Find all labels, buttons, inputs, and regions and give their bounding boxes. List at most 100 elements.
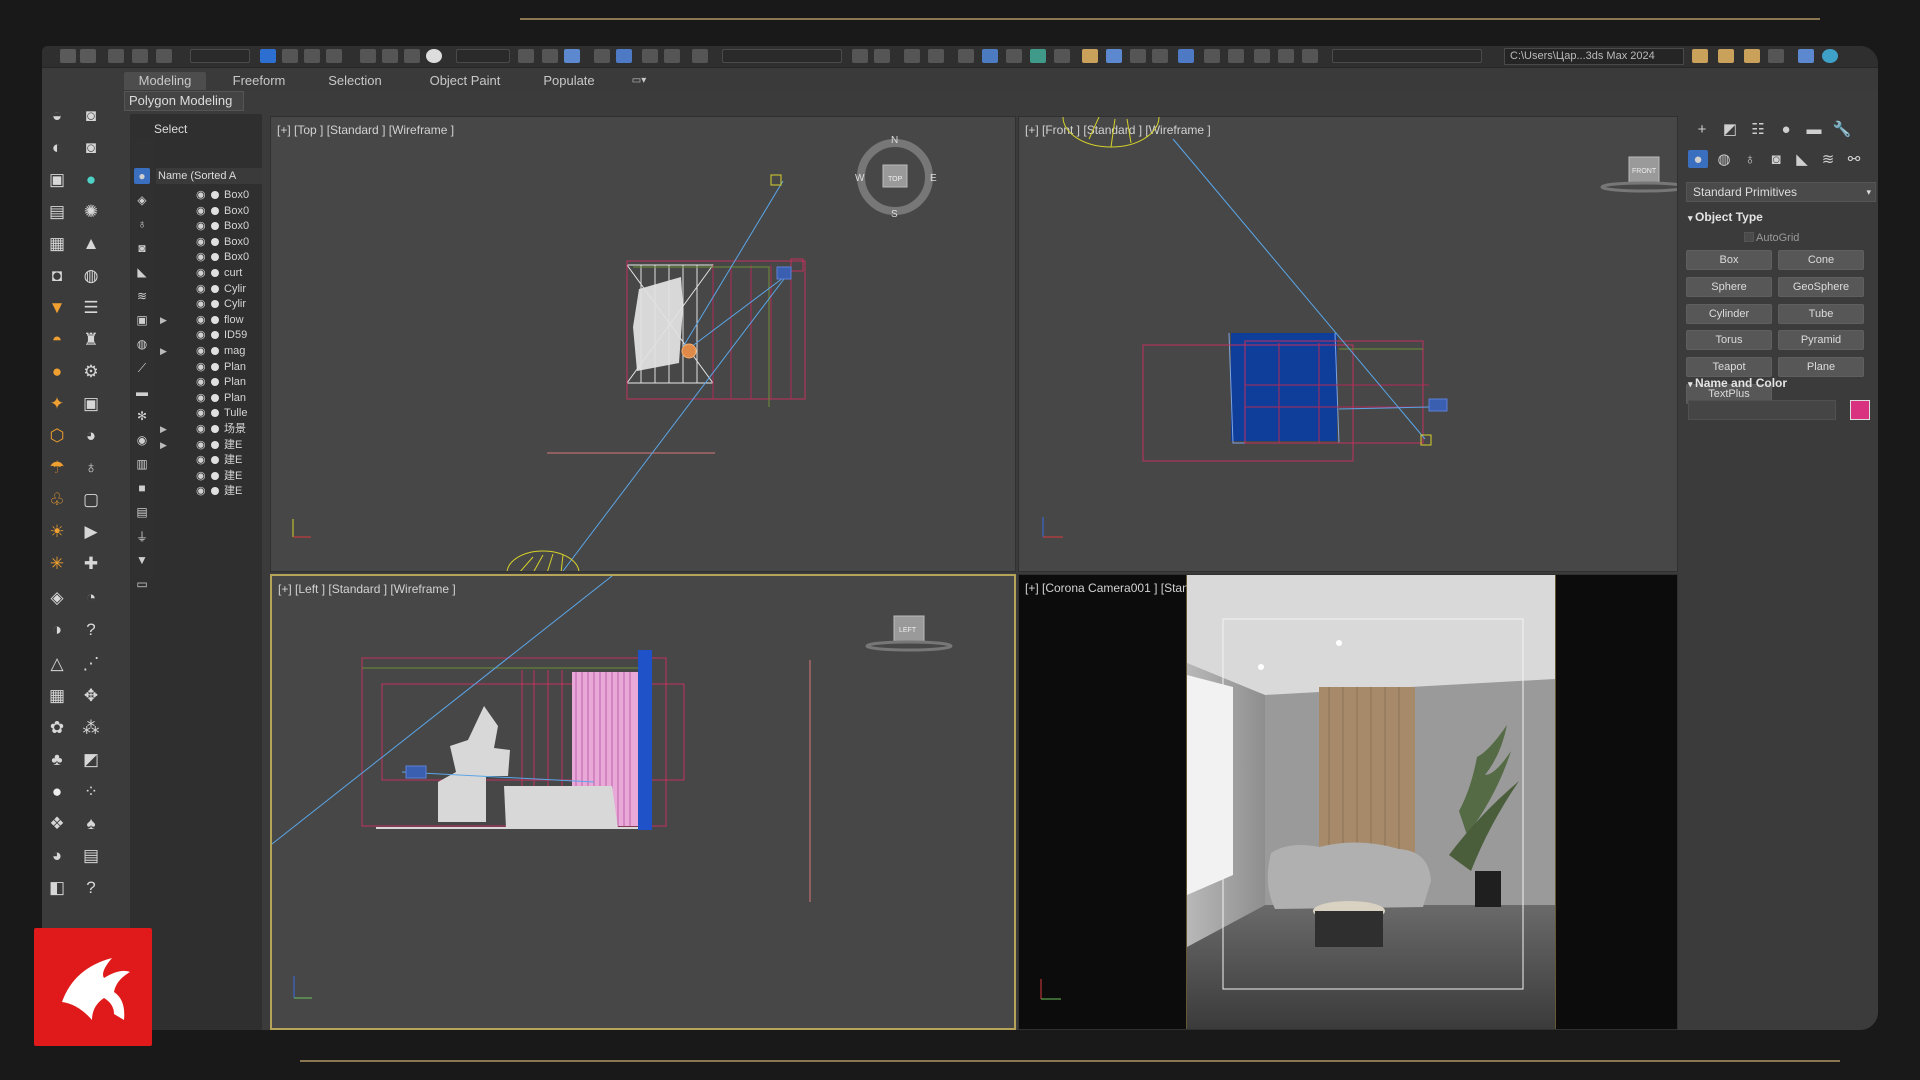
toggle-ribbon-icon[interactable] (958, 49, 974, 63)
move-icon[interactable] (360, 49, 376, 63)
workspace-field[interactable] (1332, 49, 1482, 63)
forest-icon[interactable]: ♠ (78, 812, 104, 836)
scale-icon[interactable] (404, 49, 420, 63)
sky-icon[interactable]: ✳ (44, 552, 70, 576)
selection-filter-dropdown[interactable] (190, 49, 250, 63)
viewport-left[interactable]: [+] [Left ] [Standard ] [Wireframe ] LEF… (270, 574, 1016, 1030)
ribbon-tab-object-paint[interactable]: Object Paint (420, 72, 510, 90)
helper-filter-icon[interactable]: ◣ (134, 264, 150, 280)
help-icon[interactable]: ? (78, 618, 104, 642)
plant-icon[interactable]: ✿ (44, 716, 70, 740)
hat-icon[interactable]: ◔ (78, 586, 104, 610)
open-autodesk-icon[interactable] (1178, 49, 1194, 63)
viewport-camera[interactable]: [+] [Corona Camera001 ] [Standard ] [Def… (1018, 574, 1678, 1030)
ribbon-panel-polygon-modeling[interactable]: Polygon Modeling (124, 91, 244, 111)
hierarchy-tab-icon[interactable]: ☷ (1748, 120, 1768, 138)
tool-icon[interactable] (1768, 49, 1784, 63)
hidden-filter-icon[interactable]: ■ (134, 480, 150, 496)
primitive-button-cone[interactable]: Cone (1778, 250, 1864, 270)
object-name-field[interactable] (1688, 400, 1836, 420)
dots-grid-icon[interactable]: ⁘ (78, 780, 104, 804)
shapes-category-icon[interactable]: ◍ (1714, 150, 1734, 168)
angle-snap-icon[interactable] (616, 49, 632, 63)
shapes-icon[interactable]: ❖ (44, 812, 70, 836)
plugin-toolbar-icon[interactable] (1254, 49, 1270, 63)
rect-selection-icon[interactable] (304, 49, 320, 63)
freeze-toggle-icon[interactable] (211, 331, 219, 340)
spotlight-icon[interactable]: ▼ (44, 296, 70, 320)
question-icon[interactable]: ? (78, 876, 104, 900)
freeze-toggle-icon[interactable] (211, 284, 219, 293)
material-icon[interactable]: ◐ (44, 136, 70, 160)
primitive-button-plane[interactable]: Plane (1778, 357, 1864, 378)
freeze-toggle-icon[interactable] (211, 222, 219, 231)
help-sync-icon[interactable] (1822, 49, 1838, 63)
percent-snap-icon[interactable] (642, 49, 658, 63)
bulb-icon[interactable]: ♁ (78, 456, 104, 480)
geometry-filter-icon[interactable]: ◈ (134, 192, 150, 208)
primitive-button-cylinder[interactable]: Cylinder (1686, 303, 1772, 324)
grid-icon[interactable]: ▦ (44, 684, 70, 708)
window-crossing-icon[interactable] (326, 49, 342, 63)
scene-explorer-select-menu[interactable]: Select (154, 122, 187, 136)
viewport-top[interactable]: [+] [Top ] [Standard ] [Wireframe ] TOP … (270, 116, 1016, 572)
video-camera-icon[interactable]: ◘ (44, 264, 70, 288)
palette-icon-2[interactable]: ◕ (44, 844, 70, 868)
sphere-light-icon[interactable]: ● (44, 360, 70, 384)
schematic-view-icon[interactable] (1006, 49, 1022, 63)
save-folder-icon[interactable] (1744, 49, 1760, 63)
freeze-toggle-icon[interactable] (211, 253, 219, 262)
freeze-toggle-icon[interactable] (211, 206, 219, 215)
primitive-button-tube[interactable]: Tube (1778, 303, 1864, 324)
utilities-tab-icon[interactable]: 🔧 (1832, 120, 1852, 138)
name-color-rollout[interactable]: ▾ Name and Color (1688, 376, 1787, 390)
scene-explorer-column-header[interactable]: Name (Sorted A (156, 168, 262, 184)
frame-icon[interactable]: ▢ (78, 488, 104, 512)
light-filter-icon[interactable]: ♁ (134, 216, 150, 232)
rendered-frame-window-icon[interactable] (1082, 49, 1098, 63)
spring-icon[interactable]: ⚙ (78, 360, 104, 384)
edit-poly-icon[interactable]: ◩ (78, 748, 104, 772)
box-icon[interactable]: ▣ (44, 168, 70, 192)
freeze-toggle-icon[interactable] (211, 471, 219, 480)
portal-light-icon[interactable]: ♧ (44, 488, 70, 512)
container-filter-icon[interactable]: ▬ (134, 384, 150, 400)
freeze-toggle-icon[interactable] (211, 269, 219, 277)
grid-cross-icon[interactable]: ✚ (78, 552, 104, 576)
place-icon[interactable] (426, 49, 442, 63)
display-all-icon[interactable]: ● (134, 168, 150, 184)
viewport-front[interactable]: [+] [Front ] [Standard ] [Wireframe ] FR… (1018, 116, 1678, 572)
object-type-rollout[interactable]: ▾ Object Type (1688, 210, 1763, 224)
freeze-toggle-icon[interactable] (211, 191, 219, 199)
modify-tab-icon[interactable]: ◩ (1720, 120, 1740, 138)
camera-icon[interactable]: ◙ (78, 104, 104, 128)
helpers-category-icon[interactable]: ◣ (1792, 150, 1812, 168)
camera-icon-2[interactable]: ◙ (78, 136, 104, 160)
tree-icon[interactable]: ♣ (44, 748, 70, 772)
frozen-filter-icon[interactable]: ▥ (134, 456, 150, 472)
funnel-filter-icon[interactable]: ▼ (134, 552, 150, 568)
group-filter-icon[interactable]: ▣ (134, 312, 150, 328)
cone-icon[interactable]: ▲ (78, 232, 104, 256)
freeze-toggle-icon[interactable] (211, 393, 219, 402)
geometry-category-icon[interactable]: ● (1688, 150, 1708, 168)
freeze-toggle-icon[interactable] (211, 315, 219, 324)
primitive-button-geosphere[interactable]: GeoSphere (1778, 276, 1864, 297)
play-panel-icon[interactable]: ▶ (78, 520, 104, 544)
ribbon-tab-freeform[interactable]: Freeform (224, 72, 294, 90)
autogrid-checkbox[interactable] (1744, 232, 1754, 242)
project-folder-icon[interactable] (1692, 49, 1708, 63)
find-filter-icon[interactable]: ⏚ (134, 528, 150, 544)
motion-tab-icon[interactable]: ● (1776, 120, 1796, 138)
layers-icon[interactable]: ▤ (44, 200, 70, 224)
ribbon-tab-modeling[interactable]: Modeling (124, 72, 206, 90)
freeze-toggle-icon[interactable] (211, 487, 219, 496)
pivot-center-icon[interactable] (518, 49, 534, 63)
freeze-toggle-icon[interactable] (211, 425, 219, 433)
plugin-toolbar-icon-3[interactable] (1302, 49, 1318, 63)
ribbon-tab-selection[interactable]: Selection (320, 72, 390, 90)
display-tab-icon[interactable]: ▬ (1804, 120, 1824, 138)
ribbon-options-icon[interactable]: ▭▾ (624, 72, 654, 90)
undo-icon[interactable] (60, 49, 76, 63)
render-production-icon[interactable] (1106, 49, 1122, 63)
